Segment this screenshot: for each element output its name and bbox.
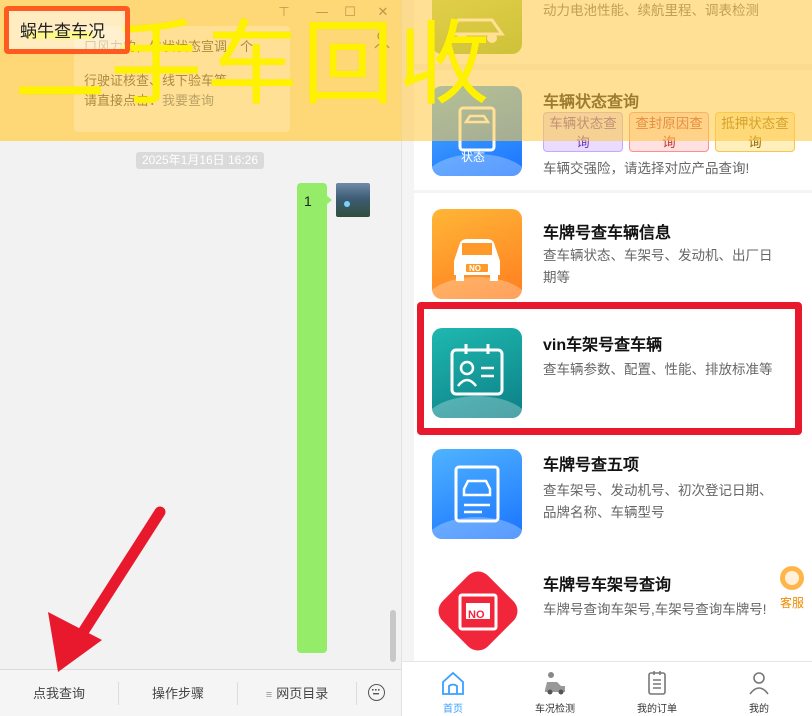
- bottom-menu: 点我查询 操作步骤 ≡ 网页目录: [0, 669, 401, 716]
- icon-caption: NO: [469, 264, 481, 273]
- vehicle-document-icon: [432, 449, 522, 539]
- plate-vin-card[interactable]: NO 车牌号车架号查询 车牌号查询车架号,车架号查询车牌号!: [414, 555, 812, 661]
- card-description: 车牌号查询车架号,车架号查询车牌号!: [543, 602, 767, 617]
- menu-item-query[interactable]: 点我查询: [0, 670, 118, 716]
- chat-scrollbar[interactable]: [390, 610, 396, 662]
- vin-query-card[interactable]: vin车架号查车辆 查车辆参数、配置、性能、排放标准等: [414, 315, 812, 437]
- tag-vehicle-status[interactable]: 车辆状态查询: [543, 112, 623, 152]
- customer-service-button[interactable]: 客服: [774, 566, 810, 614]
- tag-seizure-reason[interactable]: 查封原因查询: [629, 112, 709, 152]
- avatar[interactable]: [336, 183, 370, 217]
- chat-timestamp: 2025年1月16日 16:26: [136, 152, 264, 169]
- menu-item-label: 点我查询: [32, 686, 85, 701]
- tab-car-check[interactable]: 车况检测: [504, 662, 606, 716]
- sent-message-text: 1: [304, 193, 312, 209]
- bottom-tabbar: 首页 车况检测 我的订单 我的: [402, 661, 812, 716]
- tab-profile[interactable]: 我的: [708, 662, 810, 716]
- headset-icon: [780, 566, 804, 590]
- card-description: 车辆交强险，请选择对应产品查询!: [543, 161, 750, 176]
- card-title: 车牌号查五项: [543, 457, 640, 474]
- keyboard-icon[interactable]: [368, 684, 385, 701]
- card-description: 查车辆参数、配置、性能、排放标准等: [543, 362, 773, 377]
- plate-five-card[interactable]: 车牌号查五项 查车架号、发动机号、初次登记日期、品牌名称、车辆型号: [414, 437, 812, 559]
- window-title: 蜗牛查车况: [20, 22, 105, 41]
- tab-home[interactable]: 首页: [402, 662, 504, 716]
- list-icon: ≡: [265, 689, 273, 701]
- card-title: 车辆状态查询: [543, 94, 640, 111]
- car-check-icon: [545, 672, 565, 695]
- tab-label: 我的: [749, 704, 769, 715]
- order-icon: [648, 671, 666, 695]
- menu-divider: [356, 682, 357, 705]
- tab-label: 车况检测: [535, 704, 575, 715]
- card-title: 车牌号车架号查询: [543, 577, 672, 594]
- menu-item-label: 网页目录: [276, 686, 329, 701]
- id-card-icon: [432, 328, 522, 418]
- customer-service-label: 客服: [779, 596, 804, 610]
- icon-caption: NO: [468, 609, 485, 621]
- tag-mortgage-status[interactable]: 抵押状态查询: [715, 112, 795, 152]
- sent-message-bubble[interactable]: [297, 183, 332, 653]
- tab-my-orders[interactable]: 我的订单: [606, 662, 708, 716]
- home-icon: [442, 671, 464, 695]
- tab-label: 我的订单: [637, 704, 677, 715]
- card-title: 车牌号查车辆信息: [543, 225, 672, 242]
- menu-item-steps[interactable]: 操作步骤: [119, 670, 237, 716]
- user-icon: [749, 672, 769, 695]
- plate-info-card[interactable]: NO 车牌号查车辆信息 查车辆状态、车架号、发动机、出厂日期等: [414, 193, 812, 315]
- icon-caption: 状态: [461, 150, 486, 164]
- car-plate-icon: NO: [432, 209, 522, 299]
- card-description: 查车架号、发动机号、初次登记日期、品牌名称、车辆型号: [543, 483, 773, 520]
- menu-item-directory[interactable]: ≡ 网页目录: [238, 670, 356, 716]
- tab-label: 首页: [443, 704, 463, 715]
- card-description: 查车辆状态、车架号、发动机、出厂日期等: [543, 248, 773, 285]
- card-title: vin车架号查车辆: [543, 337, 663, 354]
- menu-item-label: 操作步骤: [151, 686, 204, 701]
- card-description: 动力电池性能、续航里程、调表检测: [543, 3, 759, 18]
- plate-frame-icon: NO: [432, 567, 522, 657]
